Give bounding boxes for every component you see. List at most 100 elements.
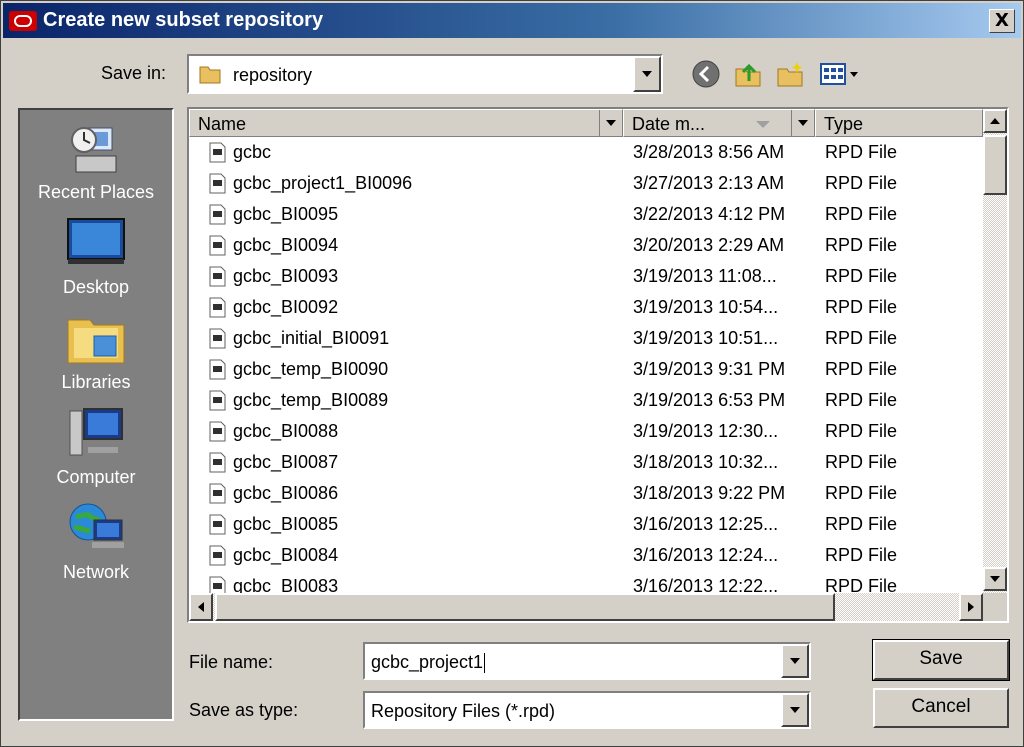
file-date: 3/19/2013 6:53 PM xyxy=(633,390,786,410)
file-row[interactable]: gcbc_BI0095 3/22/2013 4:12 PM RPD File xyxy=(189,199,983,230)
file-list[interactable]: Name Date m... Type gcbc 3/28/2013 8:56 A… xyxy=(187,107,1009,623)
column-header-date[interactable]: Date m... xyxy=(623,109,815,137)
save-as-type-dropdown-button[interactable] xyxy=(781,693,809,727)
save-as-type-select[interactable]: Repository Files (*.rpd) xyxy=(363,691,811,729)
column-header-type[interactable]: Type xyxy=(815,109,983,137)
file-date: 3/19/2013 9:31 PM xyxy=(633,359,786,379)
file-name: gcbc_BI0087 xyxy=(233,452,339,472)
rpd-file-icon xyxy=(209,545,226,566)
column-date-label: Date m... xyxy=(632,114,706,134)
file-name: gcbc_BI0095 xyxy=(233,204,339,224)
file-date: 3/20/2013 2:29 AM xyxy=(633,235,785,255)
places-bar: Recent Places Desktop Libraries Computer… xyxy=(18,108,174,721)
file-date: 3/16/2013 12:22... xyxy=(633,576,779,593)
recent-places-icon xyxy=(71,127,117,173)
column-type-label: Type xyxy=(824,114,864,134)
place-recent-places[interactable]: Recent Places xyxy=(20,120,172,203)
scrollbar-corner xyxy=(983,593,1007,621)
file-rows: gcbc 3/28/2013 8:56 AM RPD File gcbc_projec… xyxy=(189,137,983,593)
file-row[interactable]: gcbc_BI0093 3/19/2013 11:08... RPD File xyxy=(189,261,983,292)
file-type: RPD File xyxy=(825,514,898,534)
place-label: Libraries xyxy=(61,372,131,392)
file-name: gcbc_BI0085 xyxy=(233,514,339,534)
horizontal-scroll-thumb[interactable] xyxy=(215,593,835,621)
save-button[interactable]: Save xyxy=(872,639,1010,681)
file-row[interactable]: gcbc_BI0084 3/16/2013 12:24... RPD File xyxy=(189,540,983,571)
file-type: RPD File xyxy=(825,173,898,193)
file-row[interactable]: gcbc_BI0085 3/16/2013 12:25... RPD File xyxy=(189,509,983,540)
save-in-dropdown-button[interactable] xyxy=(633,56,661,92)
vertical-scrollbar[interactable] xyxy=(983,109,1007,593)
scroll-right-button[interactable] xyxy=(959,593,983,621)
vertical-scroll-thumb[interactable] xyxy=(983,135,1007,195)
text-caret xyxy=(484,653,486,674)
file-row[interactable]: gcbc_BI0092 3/19/2013 10:54... RPD File xyxy=(189,292,983,323)
file-type: RPD File xyxy=(825,328,898,348)
column-name-filter-button[interactable] xyxy=(599,110,622,136)
scroll-left-button[interactable] xyxy=(189,593,213,621)
rpd-file-icon xyxy=(209,359,226,380)
file-row[interactable]: gcbc_project1_BI0096 3/27/2013 2:13 AM RPD… xyxy=(189,168,983,199)
column-date-filter-button[interactable] xyxy=(791,110,814,136)
chevron-down-icon xyxy=(790,658,800,664)
place-desktop[interactable]: Desktop xyxy=(20,215,172,298)
file-row[interactable]: gcbc_initial_BI0091 3/19/2013 10:51... RPD… xyxy=(189,323,983,354)
view-menu-icon[interactable] xyxy=(819,59,861,89)
up-folder-icon[interactable] xyxy=(733,59,763,89)
rpd-file-icon xyxy=(209,452,226,473)
place-network[interactable]: Network xyxy=(20,500,172,583)
save-in-value: repository xyxy=(233,65,313,85)
back-icon[interactable] xyxy=(691,59,721,89)
file-row[interactable]: gcbc_BI0083 3/16/2013 12:22... RPD File xyxy=(189,571,983,593)
file-row[interactable]: gcbc_BI0094 3/20/2013 2:29 AM RPD File xyxy=(189,230,983,261)
arrow-down-icon xyxy=(990,576,1000,582)
chevron-down-icon xyxy=(798,120,808,126)
save-in-dropdown[interactable]: repository xyxy=(187,54,663,94)
rpd-file-icon xyxy=(209,328,226,349)
file-name-label: File name: xyxy=(189,652,274,672)
place-computer[interactable]: Computer xyxy=(20,405,172,488)
file-name: gcbc_BI0084 xyxy=(233,545,339,565)
window-title: Create new subset repository xyxy=(43,9,324,31)
close-button[interactable]: X xyxy=(989,9,1015,33)
file-name-dropdown-button[interactable] xyxy=(781,644,809,678)
rpd-file-icon xyxy=(209,421,226,442)
file-date: 3/22/2013 4:12 PM xyxy=(633,204,786,224)
file-row[interactable]: gcbc_BI0087 3/18/2013 10:32... RPD File xyxy=(189,447,983,478)
file-row[interactable]: gcbc_BI0086 3/18/2013 9:22 PM RPD File xyxy=(189,478,983,509)
file-name: gcbc_BI0083 xyxy=(233,576,339,593)
arrow-right-icon xyxy=(968,602,974,612)
rpd-file-icon xyxy=(209,173,226,194)
scroll-up-button[interactable] xyxy=(983,109,1007,133)
file-date: 3/19/2013 12:30... xyxy=(633,421,779,441)
file-row[interactable]: gcbc 3/28/2013 8:56 AM RPD File xyxy=(189,137,983,168)
file-name: gcbc_project1_BI0096 xyxy=(233,173,413,193)
file-row[interactable]: gcbc_temp_BI0089 3/19/2013 6:53 PM RPD Fil… xyxy=(189,385,983,416)
horizontal-scrollbar[interactable] xyxy=(189,593,983,621)
file-name-input[interactable]: gcbc_project1 xyxy=(363,642,811,680)
file-date: 3/28/2013 8:56 AM xyxy=(633,142,785,162)
column-name-label: Name xyxy=(198,114,247,134)
file-name: gcbc_BI0094 xyxy=(233,235,339,255)
file-date: 3/19/2013 11:08... xyxy=(633,266,777,286)
file-date: 3/27/2013 2:13 AM xyxy=(633,173,785,193)
rpd-file-icon xyxy=(209,483,226,504)
network-icon xyxy=(69,503,124,548)
file-name-value: gcbc_project1 xyxy=(371,652,486,674)
file-name: gcbc_BI0092 xyxy=(233,297,339,317)
place-label: Computer xyxy=(56,467,136,487)
rpd-file-icon xyxy=(209,266,226,287)
place-libraries[interactable]: Libraries xyxy=(20,310,172,393)
column-header-name[interactable]: Name xyxy=(189,109,623,137)
cancel-button[interactable]: Cancel xyxy=(873,688,1009,728)
new-folder-icon[interactable] xyxy=(775,59,805,89)
rpd-file-icon xyxy=(209,390,226,411)
scroll-down-button[interactable] xyxy=(983,567,1007,591)
save-as-type-value: Repository Files (*.rpd) xyxy=(371,701,556,721)
file-type: RPD File xyxy=(825,235,898,255)
file-row[interactable]: gcbc_temp_BI0090 3/19/2013 9:31 PM RPD Fil… xyxy=(189,354,983,385)
file-name: gcbc xyxy=(233,142,272,162)
computer-icon xyxy=(69,408,123,456)
title-bar[interactable]: Create new subset repository X xyxy=(3,3,1021,38)
file-row[interactable]: gcbc_BI0088 3/19/2013 12:30... RPD File xyxy=(189,416,983,447)
